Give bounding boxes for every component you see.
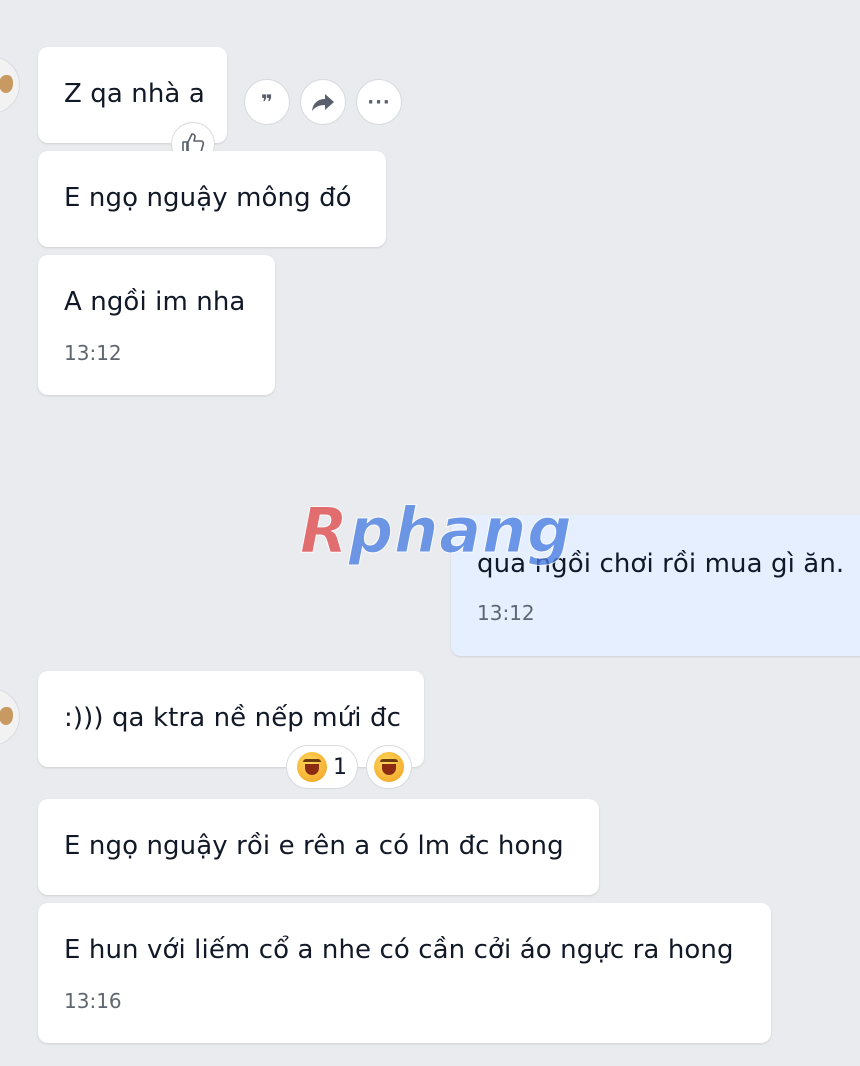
message-bubble[interactable]: E ngọ nguậy mông đó <box>38 151 386 247</box>
message-text: E ngọ nguậy rồi e rên a có lm đc hong <box>64 831 564 861</box>
message-bubble[interactable]: E hun với liếm cổ a nhe có cần cởi áo ng… <box>38 903 771 1043</box>
message-time: 13:12 <box>477 601 535 625</box>
message-bubble[interactable]: :))) qa ktra nề nếp mứi đc <box>38 671 424 767</box>
sender-avatar[interactable] <box>0 688 20 746</box>
message-bubble[interactable]: E ngọ nguậy rồi e rên a có lm đc hong <box>38 799 599 895</box>
laughing-emoji-icon <box>374 752 404 782</box>
quote-button[interactable]: ❞ <box>244 79 290 125</box>
message-time: 13:12 <box>64 341 122 365</box>
message-bubble[interactable]: A ngồi im nha 13:12 <box>38 255 275 395</box>
more-options-button[interactable]: ··· <box>356 79 402 125</box>
message-text: Z qa nhà a <box>64 79 205 109</box>
more-icon: ··· <box>367 91 391 113</box>
message-text: E hun với liếm cổ a nhe có cần cởi áo ng… <box>64 935 734 965</box>
reaction-count: 1 <box>333 754 347 780</box>
message-text: E ngọ nguậy mông đó <box>64 183 352 213</box>
message-text: A ngồi im nha <box>64 287 246 317</box>
watermark-logo: Rphang <box>300 494 573 568</box>
add-reaction-button[interactable] <box>366 745 412 789</box>
reaction-count-badge[interactable]: 1 <box>286 745 358 789</box>
forward-button[interactable] <box>300 79 346 125</box>
forward-icon <box>312 94 334 111</box>
quote-icon: ❞ <box>261 90 273 114</box>
laughing-emoji-icon <box>297 752 327 782</box>
sender-avatar[interactable] <box>0 56 20 114</box>
message-time: 13:16 <box>64 989 122 1013</box>
message-text: :))) qa ktra nề nếp mứi đc <box>64 703 401 733</box>
